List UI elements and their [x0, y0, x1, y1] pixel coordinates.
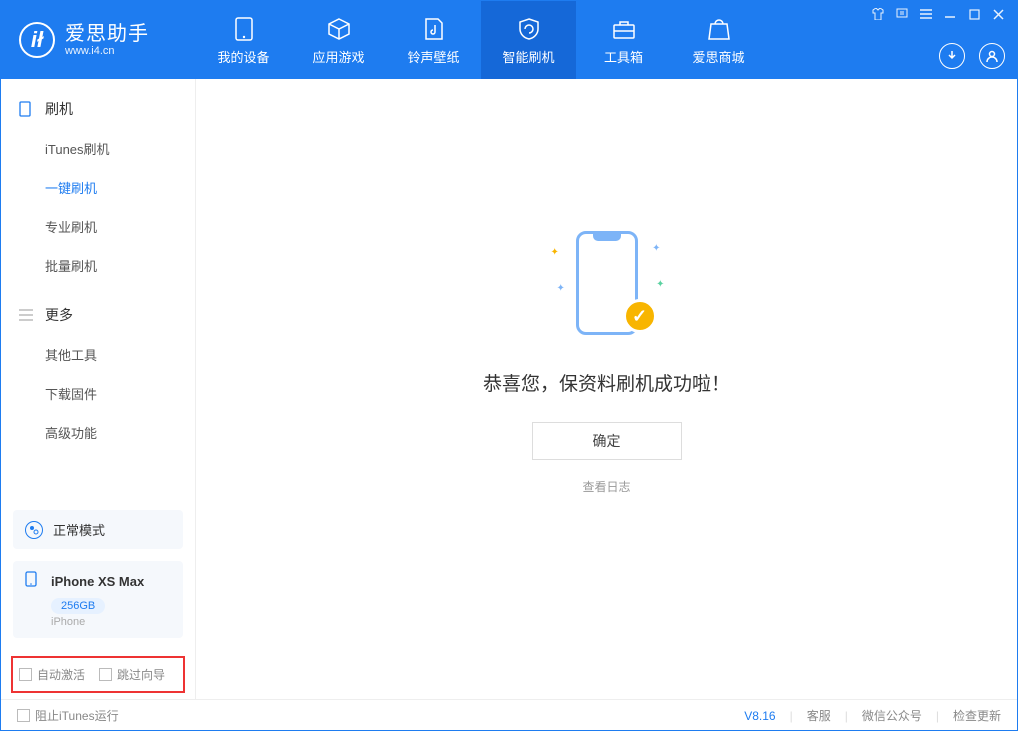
tab-apps-games[interactable]: 应用游戏 — [291, 1, 386, 79]
tab-toolbox[interactable]: 工具箱 — [576, 1, 671, 79]
checkbox-block-itunes[interactable]: 阻止iTunes运行 — [17, 707, 119, 724]
window-controls — [871, 7, 1005, 21]
tab-label: 我的设备 — [217, 47, 269, 66]
sidebar-group-more: 更多 其他工具 下载固件 高级功能 — [1, 295, 195, 452]
group-title: 更多 — [45, 305, 73, 325]
mode-icon — [25, 521, 43, 539]
close-icon[interactable] — [991, 7, 1005, 21]
tab-label: 智能刷机 — [502, 47, 554, 66]
music-file-icon — [420, 15, 448, 43]
group-header-flash: 刷机 — [1, 89, 195, 129]
checkbox-label: 自动激活 — [37, 666, 85, 683]
sidebar-group-flash: 刷机 iTunes刷机 一键刷机 专业刷机 批量刷机 — [1, 89, 195, 285]
group-header-more: 更多 — [1, 295, 195, 335]
check-badge-icon: ✓ — [623, 299, 657, 333]
checkbox-icon — [19, 668, 32, 681]
header: ił 爱思助手 www.i4.cn 我的设备 应用游戏 铃声壁纸 智能刷机 工具… — [1, 1, 1017, 79]
nav-tabs: 我的设备 应用游戏 铃声壁纸 智能刷机 工具箱 爱思商城 — [196, 1, 766, 79]
phone-icon — [25, 571, 41, 592]
group-title: 刷机 — [45, 99, 73, 119]
device-type: iPhone — [51, 616, 171, 628]
sidebar-item-download-firmware[interactable]: 下载固件 — [1, 374, 195, 413]
download-icon[interactable] — [939, 43, 965, 69]
cube-icon — [325, 15, 353, 43]
sidebar-item-pro-flash[interactable]: 专业刷机 — [1, 207, 195, 246]
sidebar-item-advanced[interactable]: 高级功能 — [1, 413, 195, 452]
checkbox-skip-guide[interactable]: 跳过向导 — [99, 666, 165, 683]
menu-icon[interactable] — [919, 7, 933, 21]
tshirt-icon[interactable] — [871, 7, 885, 21]
tab-label: 工具箱 — [604, 47, 643, 66]
device-name: iPhone XS Max — [51, 574, 144, 589]
ok-button[interactable]: 确定 — [532, 422, 682, 460]
maximize-icon[interactable] — [967, 7, 981, 21]
sidebar: 刷机 iTunes刷机 一键刷机 专业刷机 批量刷机 更多 其他工具 下载固件 … — [1, 79, 196, 699]
device-capacity-badge: 256GB — [51, 598, 105, 614]
mode-card[interactable]: 正常模式 — [13, 510, 183, 549]
user-icon[interactable] — [979, 43, 1005, 69]
sidebar-item-batch-flash[interactable]: 批量刷机 — [1, 246, 195, 285]
logo: ił 爱思助手 www.i4.cn — [1, 22, 196, 58]
sidebar-item-oneclick-flash[interactable]: 一键刷机 — [1, 168, 195, 207]
success-message: 恭喜您，保资料刷机成功啦！ — [483, 369, 730, 396]
check-update-link[interactable]: 检查更新 — [953, 707, 1001, 724]
main-content: ✦✦✦✦ ✓ 恭喜您，保资料刷机成功啦！ 确定 查看日志 — [196, 79, 1017, 699]
footer: 阻止iTunes运行 V8.16 | 客服 | 微信公众号 | 检查更新 — [1, 699, 1017, 731]
checkbox-icon — [17, 709, 30, 722]
tab-ringtones-wallpapers[interactable]: 铃声壁纸 — [386, 1, 481, 79]
feedback-icon[interactable] — [895, 7, 909, 21]
app-title: 爱思助手 — [65, 23, 149, 45]
mode-label: 正常模式 — [53, 520, 105, 539]
wechat-link[interactable]: 微信公众号 — [862, 707, 922, 724]
support-link[interactable]: 客服 — [807, 707, 831, 724]
version-label: V8.16 — [744, 709, 775, 723]
sidebar-item-itunes-flash[interactable]: iTunes刷机 — [1, 129, 195, 168]
options-highlight-box: 自动激活 跳过向导 — [11, 656, 185, 693]
tab-smart-flash[interactable]: 智能刷机 — [481, 1, 576, 79]
phone-icon — [19, 101, 35, 117]
logo-icon: ił — [19, 22, 55, 58]
app-url: www.i4.cn — [65, 45, 149, 57]
checkbox-auto-activate[interactable]: 自动激活 — [19, 666, 85, 683]
toolbox-icon — [610, 15, 638, 43]
tab-label: 应用游戏 — [312, 47, 364, 66]
checkbox-icon — [99, 668, 112, 681]
success-illustration: ✦✦✦✦ ✓ — [547, 223, 667, 343]
bag-icon — [705, 15, 733, 43]
tab-my-device[interactable]: 我的设备 — [196, 1, 291, 79]
list-icon — [19, 309, 35, 321]
sidebar-item-other-tools[interactable]: 其他工具 — [1, 335, 195, 374]
checkbox-label: 阻止iTunes运行 — [35, 707, 119, 724]
device-card[interactable]: iPhone XS Max 256GB iPhone — [13, 561, 183, 638]
minimize-icon[interactable] — [943, 7, 957, 21]
device-icon — [230, 15, 258, 43]
tab-label: 铃声壁纸 — [407, 47, 459, 66]
view-log-link[interactable]: 查看日志 — [582, 478, 630, 495]
refresh-shield-icon — [515, 15, 543, 43]
tab-store[interactable]: 爱思商城 — [671, 1, 766, 79]
checkbox-label: 跳过向导 — [117, 666, 165, 683]
tab-label: 爱思商城 — [692, 47, 744, 66]
